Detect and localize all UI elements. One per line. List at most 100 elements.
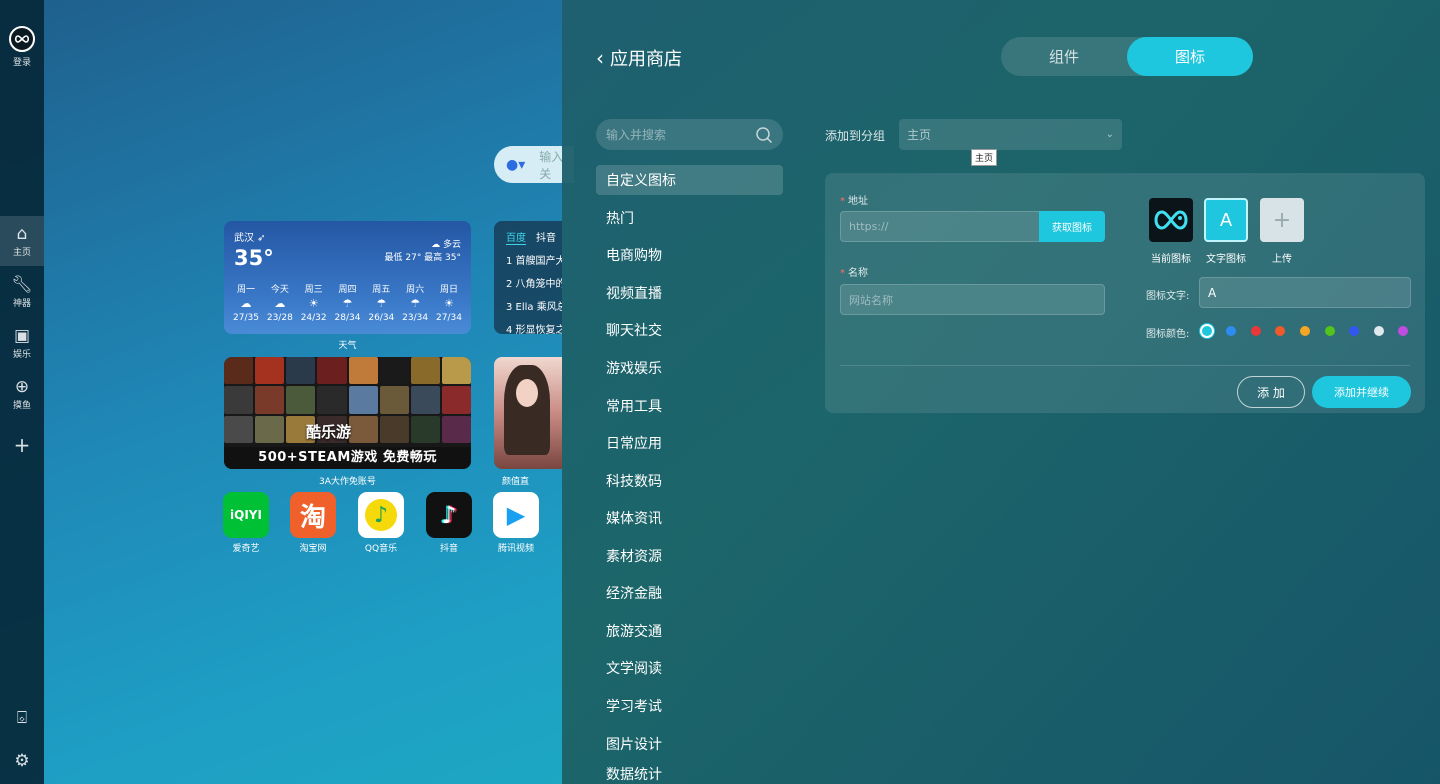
games-widget[interactable]: 酷乐游 500+STEAM游戏 免费畅玩 (224, 357, 471, 469)
form-divider (840, 365, 1410, 366)
bag-icon: ⌺ (16, 708, 28, 728)
forecast-day: 周三 ☀ 24/32 (298, 283, 330, 325)
icon-color-label: 图标颜色: (1146, 329, 1190, 340)
category-item[interactable]: 图片设计 (596, 729, 783, 759)
settings-button[interactable]: ⚙ (0, 737, 44, 784)
panel-title: 应用商店 (610, 49, 682, 70)
color-swatch[interactable] (1398, 326, 1408, 336)
login-button[interactable]: 登录 (0, 20, 44, 74)
current-icon-option[interactable] (1149, 198, 1193, 242)
category-item[interactable]: 游戏娱乐 (596, 353, 783, 383)
icon-text-input[interactable]: A (1199, 277, 1411, 308)
live-caption: 颜值直 (502, 477, 530, 487)
category-item[interactable]: 素材资源 (596, 541, 783, 571)
category-search-input[interactable]: 输入并搜索 (596, 119, 783, 150)
name-input[interactable]: 网站名称 (840, 284, 1105, 315)
category-item[interactable]: 热门 (596, 203, 783, 233)
fetch-icon-button[interactable]: 获取图标 (1039, 211, 1105, 242)
hot-item[interactable]: 1 首艘国产大 (506, 252, 562, 267)
hot-search-widget[interactable]: 百度 抖音 1 首艘国产大 2 八角笼中的 3 Ella 乘风总 4 形显恢复之 (494, 221, 562, 334)
baidu-paw-icon: ●▾ (506, 156, 526, 173)
search-placeholder: 输入并搜索 (606, 128, 667, 142)
app-qqmusic[interactable]: ♪ QQ音乐 (358, 492, 404, 554)
app-tencent-video[interactable]: ▶ 腾讯视频 (493, 492, 539, 554)
app-iqiyi[interactable]: iQIYI 爱奇艺 (223, 492, 269, 554)
hot-item[interactable]: 4 形显恢复之 (506, 321, 562, 334)
category-custom-icon[interactable]: 自定义图标 (596, 165, 783, 195)
category-item[interactable]: 文学阅读 (596, 653, 783, 683)
upload-icon-option[interactable]: + (1260, 198, 1304, 242)
add-group-button[interactable]: + (0, 420, 44, 470)
category-item[interactable]: 视频直播 (596, 278, 783, 308)
cloud-icon: ☁ (274, 297, 286, 310)
sun-icon: ☀ (444, 297, 454, 310)
gear-icon: ⚙ (14, 751, 30, 771)
category-item[interactable]: 科技数码 (596, 466, 783, 496)
add-and-continue-button[interactable]: 添加并继续 (1312, 376, 1411, 408)
live-widget[interactable] (494, 357, 562, 469)
category-item[interactable]: 常用工具 (596, 391, 783, 421)
group-select[interactable]: 主页 ⌄ (899, 119, 1122, 150)
hot-tabs: 百度 抖音 (506, 229, 562, 245)
address-label: * 地址 (840, 196, 868, 207)
weather-widget[interactable]: 武汉 ➶ 35° ☁ 多云 最低 27° 最高 35° 周一 ☁ 27/35 今天 ☁… (224, 221, 471, 334)
iqiyi-icon: iQIYI (223, 492, 269, 538)
rail-item-home[interactable]: ⌂ 主页 (0, 216, 44, 266)
color-swatch[interactable] (1275, 326, 1285, 336)
color-swatch[interactable] (1300, 326, 1310, 336)
rail-item-slack[interactable]: ⊕ 摸鱼 (0, 369, 44, 419)
tv-icon: ▣ (13, 325, 31, 346)
upload-caption: 上传 (1272, 254, 1292, 265)
app-douyin[interactable]: ♪ 抖音 (426, 492, 472, 554)
app-logo-icon (1154, 210, 1188, 230)
segmented-tabs: 组件 图标 (1001, 37, 1253, 76)
color-swatch[interactable] (1226, 326, 1236, 336)
category-item[interactable]: 媒体资讯 (596, 503, 783, 533)
category-item[interactable]: 经济金融 (596, 578, 783, 608)
forecast-day: 周五 ☂ 26/34 (365, 283, 397, 325)
color-swatch[interactable] (1200, 324, 1214, 338)
tab-baidu[interactable]: 百度 (506, 233, 526, 245)
back-button[interactable]: ‹ 应用商店 (596, 45, 682, 71)
category-item[interactable]: 日常应用 (596, 428, 783, 458)
login-label: 登录 (12, 58, 31, 68)
tab-icons[interactable]: 图标 (1127, 37, 1253, 76)
text-icon-option[interactable]: A (1204, 198, 1248, 242)
category-item[interactable]: 电商购物 (596, 240, 783, 270)
current-icon-caption: 当前图标 (1151, 254, 1191, 265)
hot-item[interactable]: 2 八角笼中的 (506, 275, 562, 290)
address-input[interactable]: https:// (840, 211, 1040, 242)
rain-icon: ☂ (342, 297, 353, 310)
app-label: QQ音乐 (364, 544, 398, 554)
add-button[interactable]: 添 加 (1237, 376, 1305, 408)
color-swatch[interactable] (1374, 326, 1384, 336)
category-item[interactable]: 学习考试 (596, 691, 783, 721)
forecast-day: 周一 ☁ 27/35 (230, 283, 262, 325)
category-item[interactable]: 旅游交通 (596, 616, 783, 646)
tab-widgets[interactable]: 组件 (1001, 37, 1127, 76)
tencent-video-icon: ▶ (493, 492, 539, 538)
rail-item-entertainment[interactable]: ▣ 娱乐 (0, 318, 44, 368)
wrench-icon: 🔧︎ (11, 274, 33, 295)
search-icon[interactable] (755, 126, 773, 144)
color-swatch[interactable] (1325, 326, 1335, 336)
app-logo-icon (9, 26, 35, 52)
app-label: 抖音 (439, 544, 458, 554)
color-swatch[interactable] (1251, 326, 1261, 336)
rail-item-tools[interactable]: 🔧︎ 神器 (0, 267, 44, 317)
chevron-left-icon: ‹ (596, 46, 604, 70)
rain-icon: ☂ (376, 297, 387, 310)
category-item[interactable]: 聊天社交 (596, 315, 783, 345)
category-item[interactable]: 数据统计 (596, 764, 783, 784)
color-swatch[interactable] (1349, 326, 1359, 336)
forecast-day: 周六 ☂ 23/34 (399, 283, 431, 325)
games-logo: 酷乐游 (306, 423, 352, 441)
hot-item[interactable]: 3 Ella 乘风总 (506, 298, 562, 313)
douyin-icon: ♪ (426, 492, 472, 538)
left-rail: 登录 ⌂ 主页 🔧︎ 神器 ▣ 娱乐 ⊕ 摸鱼 + ⌺ ⚙ (0, 0, 44, 784)
app-label: 腾讯视频 (497, 544, 534, 554)
sun-icon: ☀ (308, 297, 319, 310)
tab-douyin[interactable]: 抖音 (536, 233, 556, 244)
weather-forecast: 周一 ☁ 27/35 今天 ☁ 23/28 周三 ☀ 24/32 周四 ☂ 28/34 周五 ☂ 2… (230, 283, 465, 325)
app-taobao[interactable]: 淘 淘宝网 (290, 492, 336, 554)
